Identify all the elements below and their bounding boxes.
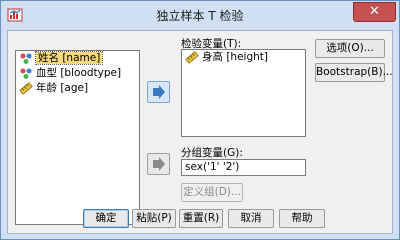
- dialog-body: 姓名 [name] 血型 [bloodtype] 年龄 [age] 检验变量(T…: [7, 30, 393, 234]
- define-groups-button[interactable]: 定义组(D)...: [181, 183, 243, 202]
- list-item[interactable]: 身高 [height]: [182, 50, 305, 65]
- list-item[interactable]: 年龄 [age]: [16, 81, 139, 96]
- nominal-variable-icon: [19, 67, 33, 80]
- help-button[interactable]: 帮助: [279, 209, 325, 228]
- reset-button[interactable]: 重置(R): [179, 209, 223, 228]
- arrow-right-icon: [148, 157, 169, 177]
- move-to-grouping-button[interactable]: [147, 153, 170, 175]
- title-bar[interactable]: 独立样本 T 检验 ✕: [1, 1, 399, 30]
- move-to-test-button[interactable]: [147, 81, 170, 103]
- test-variables-list[interactable]: 身高 [height]: [181, 49, 306, 137]
- list-item[interactable]: 姓名 [name]: [16, 51, 139, 66]
- scale-variable-icon: [19, 82, 33, 95]
- grouping-variable-field[interactable]: sex('1' '2'): [181, 159, 306, 176]
- grouping-variable-label: 分组变量(G):: [181, 147, 243, 159]
- ok-button[interactable]: 确定: [83, 209, 129, 228]
- window-title: 独立样本 T 检验: [156, 9, 244, 23]
- scale-variable-icon: [185, 51, 199, 64]
- nominal-variable-icon: [19, 52, 33, 65]
- arrow-right-icon: [148, 85, 169, 105]
- paste-button[interactable]: 粘贴(P): [132, 209, 176, 228]
- bootstrap-button[interactable]: Bootstrap(B)...: [315, 63, 393, 82]
- cancel-button[interactable]: 取消: [228, 209, 274, 228]
- close-button[interactable]: ✕: [353, 2, 396, 22]
- options-button[interactable]: 选项(O)...: [315, 39, 385, 58]
- list-item[interactable]: 血型 [bloodtype]: [16, 66, 139, 81]
- source-variable-list[interactable]: 姓名 [name] 血型 [bloodtype] 年龄 [age]: [15, 50, 140, 225]
- dialog-window: 独立样本 T 检验 ✕ 姓名 [name] 血型 [bloodtype] 年龄 …: [0, 0, 400, 240]
